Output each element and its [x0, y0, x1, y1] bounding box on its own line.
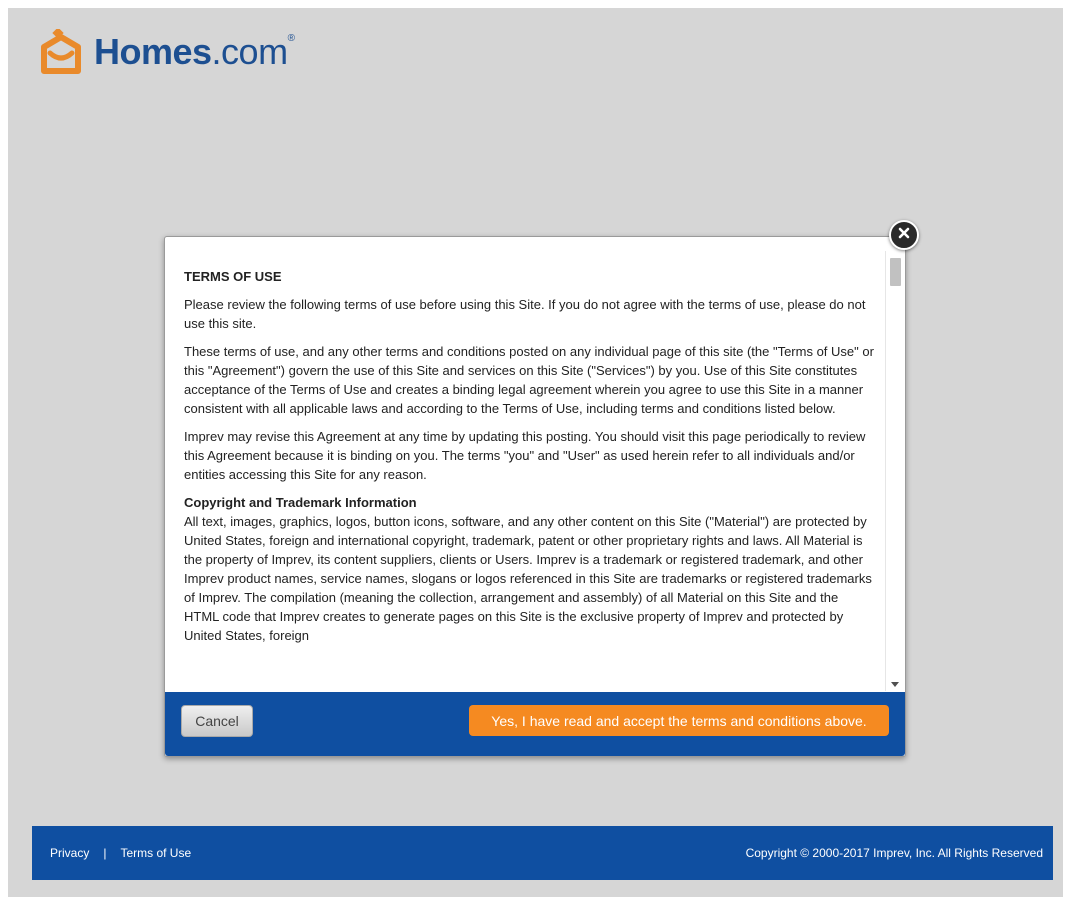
registered-mark: ® — [287, 33, 295, 44]
terms-of-use-link[interactable]: Terms of Use — [120, 846, 191, 860]
logo-wordmark-bold: Homes — [94, 31, 212, 72]
footer-separator: | — [103, 846, 107, 860]
terms-paragraph: Imprev may revise this Agreement at any … — [184, 429, 866, 482]
close-modal-button[interactable] — [889, 220, 919, 250]
terms-paragraph: These terms of use, and any other terms … — [184, 344, 874, 416]
logo-wordmark: Homes.com® — [94, 31, 295, 72]
logo-wordmark-light: .com — [211, 31, 289, 72]
scroll-down-arrow-icon[interactable] — [891, 682, 899, 687]
site-footer: Privacy | Terms of Use Copyright © 2000-… — [32, 826, 1053, 880]
close-icon — [898, 226, 910, 244]
modal-action-bar: Cancel Yes, I have read and accept the t… — [165, 692, 905, 756]
section-heading: Copyright and Trademark Information — [184, 495, 417, 510]
terms-title: TERMS OF USE — [184, 269, 282, 284]
section-paragraph: All text, images, graphics, logos, butto… — [184, 514, 872, 643]
terms-content: TERMS OF USE Please review the following… — [184, 259, 874, 654]
terms-scroll-area[interactable]: TERMS OF USE Please review the following… — [165, 237, 905, 693]
cancel-button[interactable]: Cancel — [181, 705, 253, 737]
scrollbar-thumb[interactable] — [890, 258, 901, 286]
copyright-text: Copyright © 2000-2017 Imprev, Inc. All R… — [745, 846, 1043, 860]
terms-modal: TERMS OF USE Please review the following… — [164, 236, 906, 757]
accept-terms-button[interactable]: Yes, I have read and accept the terms an… — [469, 705, 889, 736]
homes-logo-icon — [36, 29, 86, 75]
terms-paragraph: Please review the following terms of use… — [184, 297, 866, 331]
privacy-link[interactable]: Privacy — [50, 846, 89, 860]
homes-logo[interactable]: Homes.com® — [36, 26, 295, 78]
footer-links: Privacy | Terms of Use — [50, 826, 191, 880]
scrollbar[interactable] — [885, 251, 905, 691]
